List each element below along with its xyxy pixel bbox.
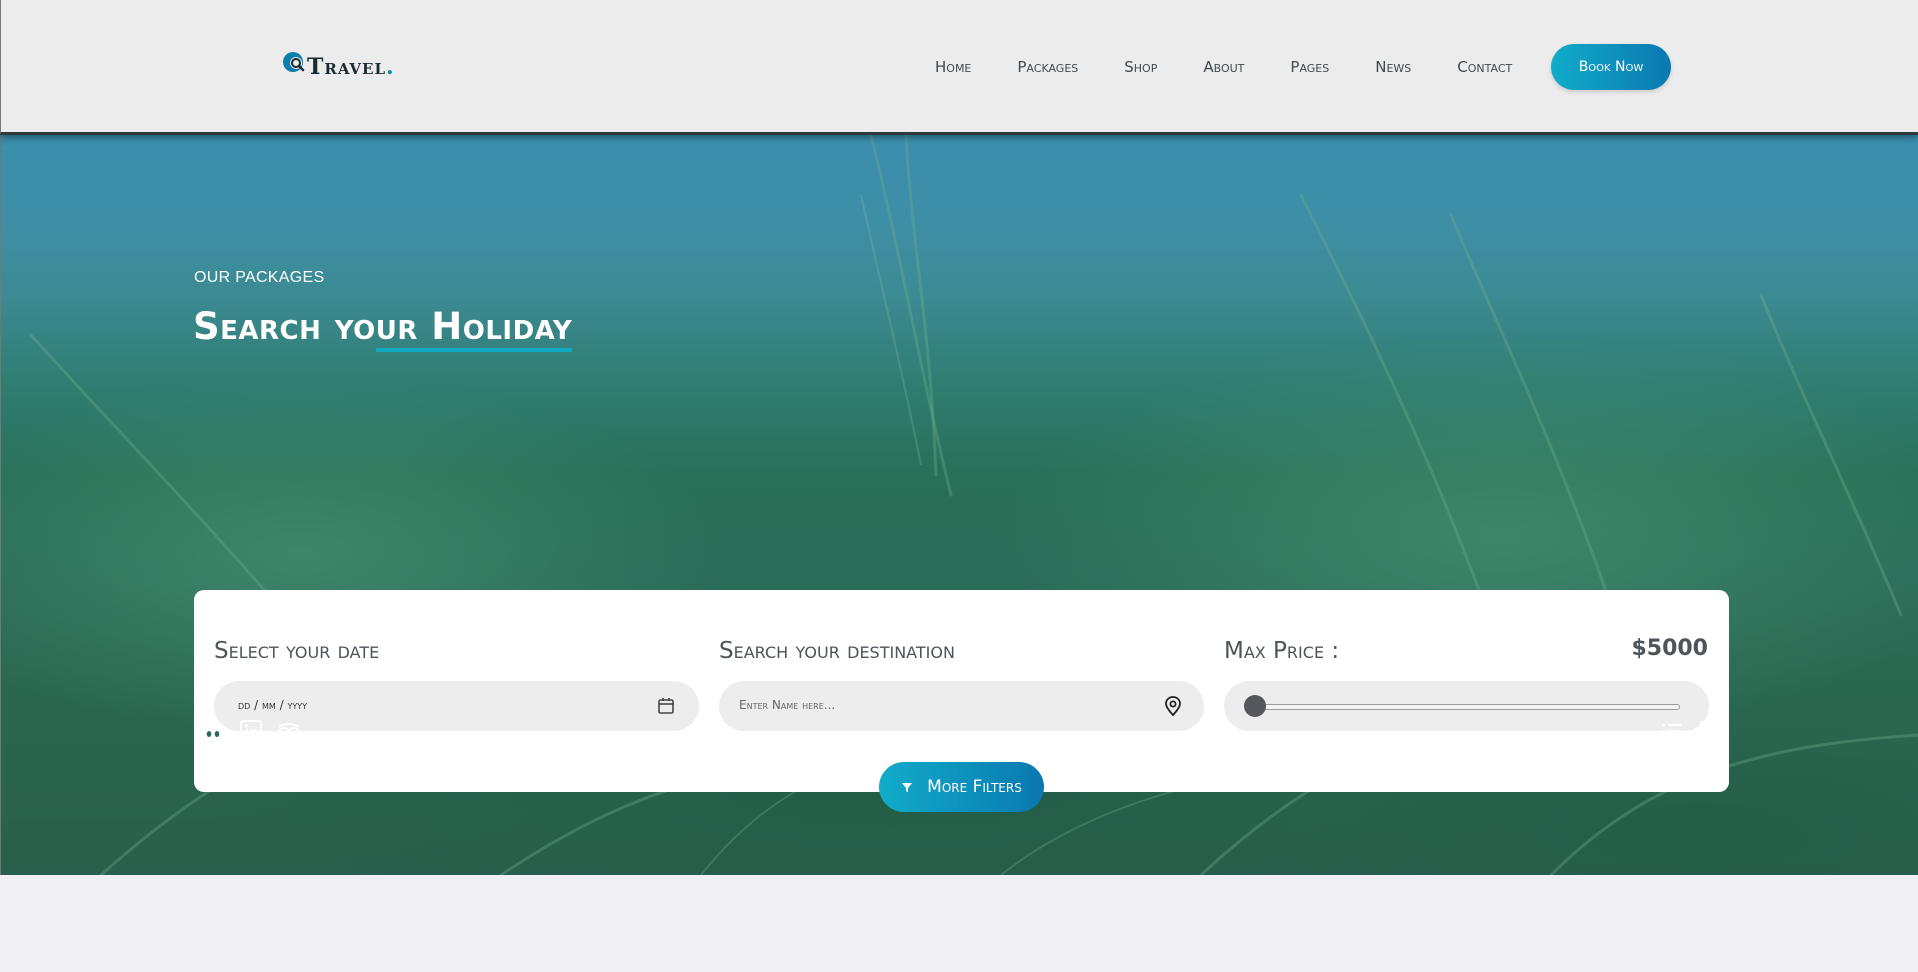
destination-placeholder: Enter Name here... [739,698,836,712]
nav-pages[interactable]: Pages [1290,58,1329,76]
max-price-label: Max Price : [1224,638,1340,664]
destination-input[interactable]: Enter Name here... [719,681,1204,731]
destination-label: Search your destination [719,638,955,664]
nav-news[interactable]: News [1375,58,1411,76]
max-price-slider[interactable] [1224,681,1709,731]
more-filters-button[interactable]: More Filters [879,762,1044,812]
view-toggles [1659,718,1723,744]
filter-icon [902,783,913,792]
nav-contact[interactable]: Contact [1457,58,1512,76]
main-nav: Home Packages Shop About Pages News Cont… [935,58,1558,76]
github-icon[interactable] [200,718,226,744]
book-now-button[interactable]: Book Now [1551,44,1671,90]
hero-title: Search your Holiday [193,305,573,352]
max-price-value: $5000 [1631,636,1708,661]
search-card: Select your date dd / mm / yyyy Search y… [194,590,1729,812]
calendar-icon[interactable] [655,695,677,717]
nav-home[interactable]: Home [935,58,971,76]
logo[interactable]: Travel. [281,48,395,80]
date-placeholder: dd / mm / yyyy [238,698,308,712]
nav-shop[interactable]: Shop [1124,58,1157,76]
list-view-icon[interactable] [1659,718,1685,744]
grid-view-icon[interactable] [1697,718,1723,744]
more-filters-label: More Filters [927,777,1022,797]
social-icons [200,718,302,744]
linkedin-icon[interactable] [238,718,264,744]
section-eyebrow: OUR PACKAGES [194,269,325,286]
slider-track[interactable] [1260,704,1680,710]
nav-packages[interactable]: Packages [1017,58,1078,76]
brand-name: Travel. [307,54,395,80]
tripadvisor-icon[interactable] [276,718,302,744]
globe-search-icon [283,52,305,72]
slider-thumb[interactable] [1244,695,1266,717]
hero-section: OUR PACKAGES Search your Holiday Select … [0,135,1918,875]
date-label: Select your date [214,638,380,664]
nav-about[interactable]: About [1203,58,1244,76]
site-header: Travel. Home Packages Shop About Pages N… [0,0,1918,135]
map-pin-icon [1165,696,1181,717]
